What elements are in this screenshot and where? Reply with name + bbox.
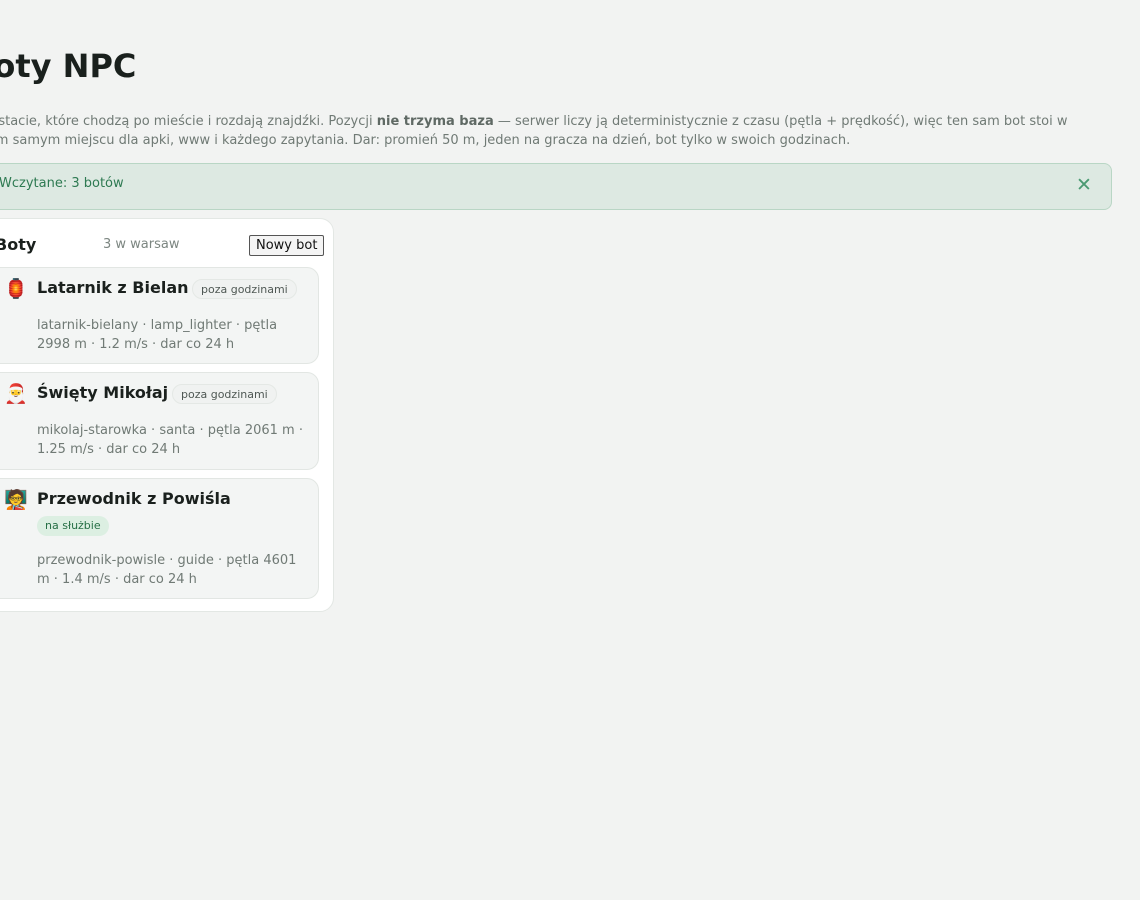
bot-meta: przewodnik-powisle · guide · pętla 4601 … bbox=[37, 553, 297, 587]
panel-title: Boty bbox=[0, 235, 37, 254]
bot-count: 3 w warsaw bbox=[103, 237, 180, 252]
status-badge: na służbie bbox=[37, 516, 109, 536]
santa-icon: 🎅 bbox=[4, 383, 28, 405]
page-title: Boty NPC bbox=[0, 47, 137, 85]
bot-card-mikolaj[interactable]: 🎅 Święty Mikołaj poza godzinami mikolaj-… bbox=[0, 372, 319, 470]
bot-meta: latarnik-bielany · lamp_lighter · pętla … bbox=[37, 318, 278, 352]
bot-name: Latarnik z Bielan bbox=[37, 278, 189, 297]
status-badge: poza godzinami bbox=[192, 279, 297, 299]
bot-card-latarnik[interactable]: 🏮 Latarnik z Bielan poza godzinami latar… bbox=[0, 267, 319, 364]
status-badge: poza godzinami bbox=[172, 384, 277, 404]
description-text: Postacie, które chodzą po mieście i rozd… bbox=[0, 114, 377, 129]
bot-name: Przewodnik z Powiśla bbox=[37, 489, 231, 508]
success-alert: Wczytane: 3 botów ✕ bbox=[0, 163, 1112, 210]
lantern-icon: 🏮 bbox=[4, 278, 28, 300]
bot-name: Święty Mikołaj bbox=[37, 383, 169, 402]
bot-meta: mikolaj-starowka · santa · pętla 2061 m … bbox=[37, 423, 303, 457]
bots-panel: Boty 3 w warsaw Nowy bot 🏮 Latarnik z Bi… bbox=[0, 218, 334, 612]
page-description: Postacie, które chodzą po mieście i rozd… bbox=[0, 112, 1093, 150]
bot-card-przewodnik[interactable]: 🧑‍🏫 Przewodnik z Powiśla na służbie prze… bbox=[0, 478, 319, 599]
close-icon[interactable]: ✕ bbox=[1073, 174, 1095, 196]
guide-icon: 🧑‍🏫 bbox=[4, 489, 28, 511]
description-emphasis: nie trzyma baza bbox=[376, 114, 494, 129]
new-bot-button[interactable]: Nowy bot bbox=[249, 235, 325, 256]
page: Boty NPC Postacie, które chodzą po mieśc… bbox=[0, 0, 1140, 900]
alert-message: Wczytane: 3 botów bbox=[0, 176, 124, 191]
